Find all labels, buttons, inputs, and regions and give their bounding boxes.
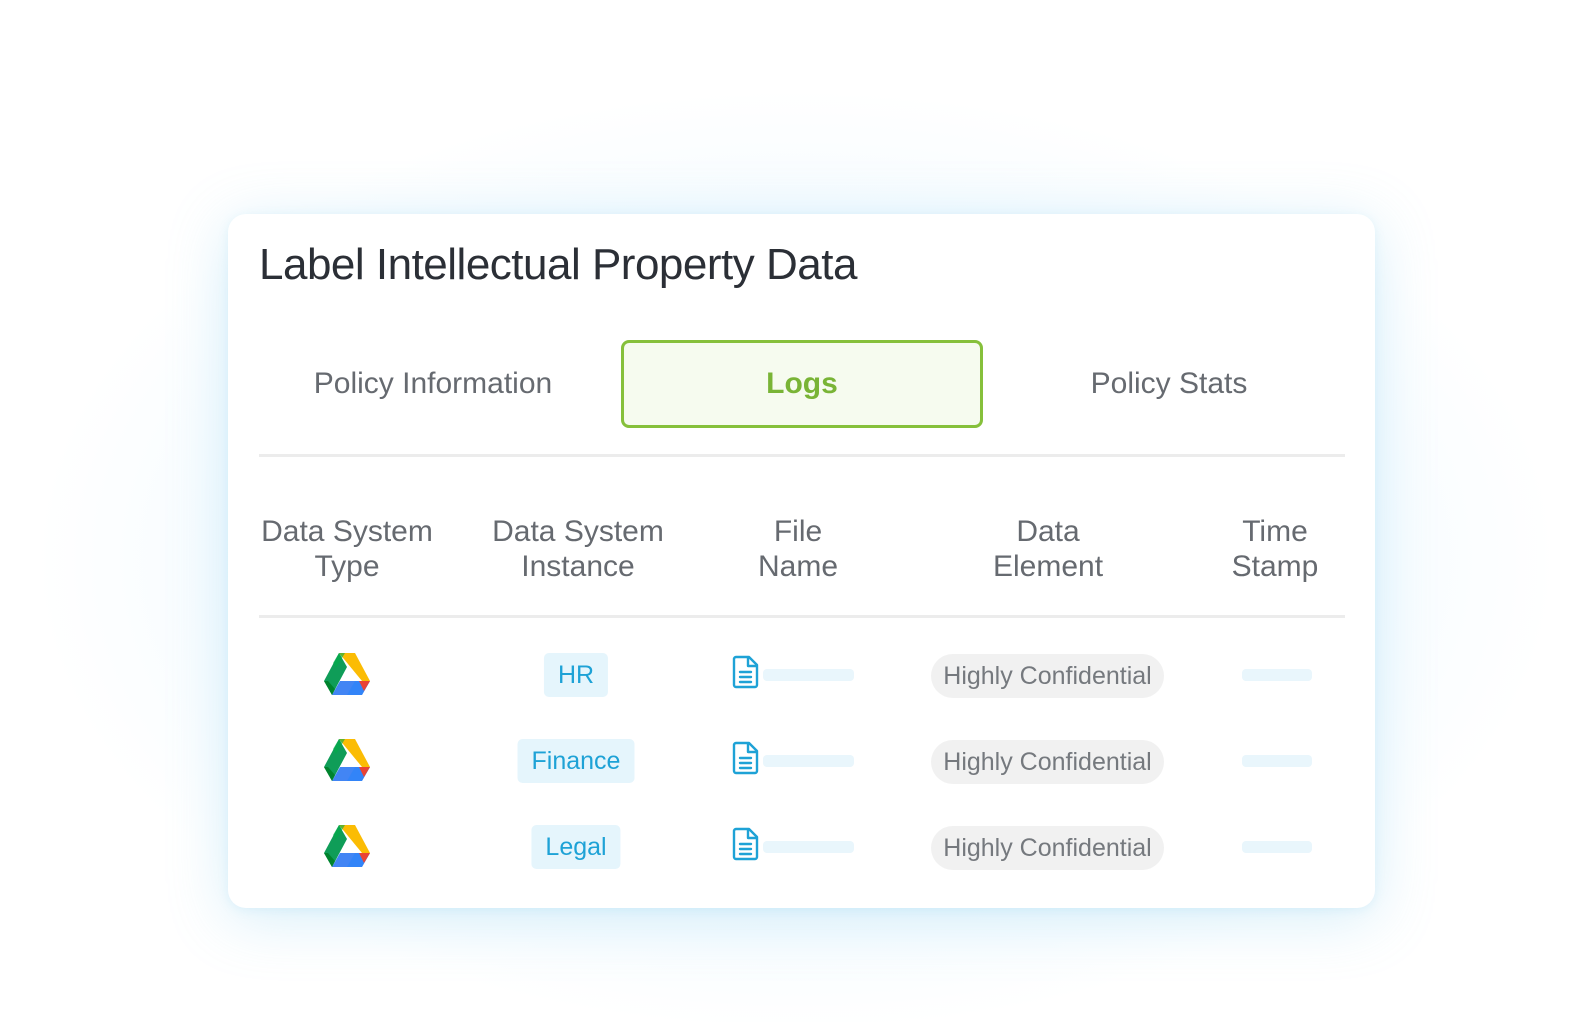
time-stamp-placeholder bbox=[1242, 755, 1312, 767]
column-header-data-system-type: Data System Type bbox=[261, 515, 433, 583]
data-element-badge: Highly Confidential bbox=[931, 826, 1164, 870]
column-header-time-stamp: Time Stamp bbox=[1231, 515, 1319, 583]
document-icon bbox=[732, 827, 759, 861]
table-row[interactable]: HR Highly Confidential bbox=[228, 645, 1375, 705]
tab-policy-stats[interactable]: Policy Stats bbox=[983, 340, 1355, 428]
tabs-divider bbox=[259, 454, 1345, 457]
instance-badge: Legal bbox=[531, 825, 621, 869]
document-icon bbox=[732, 655, 759, 689]
file-name-placeholder bbox=[763, 841, 854, 853]
data-element-badge: Highly Confidential bbox=[931, 740, 1164, 784]
data-element-badge: Highly Confidential bbox=[931, 654, 1164, 698]
google-drive-icon bbox=[324, 739, 370, 781]
policy-card: Label Intellectual Property Data Policy … bbox=[228, 214, 1375, 908]
instance-badge: Finance bbox=[517, 739, 635, 783]
time-stamp-placeholder bbox=[1242, 669, 1312, 681]
table-row[interactable]: Finance Highly Confidential bbox=[228, 731, 1375, 791]
column-header-data-system-instance: Data System Instance bbox=[492, 515, 664, 583]
file-name-placeholder bbox=[763, 755, 854, 767]
column-header-file-name: File Name bbox=[757, 515, 839, 583]
google-drive-icon bbox=[324, 825, 370, 867]
instance-badge: HR bbox=[543, 653, 609, 697]
tab-policy-information[interactable]: Policy Information bbox=[268, 340, 598, 428]
page-title: Label Intellectual Property Data bbox=[259, 240, 857, 289]
google-drive-icon bbox=[324, 653, 370, 695]
column-header-data-element: Data Element bbox=[992, 515, 1104, 583]
page-background: Label Intellectual Property Data Policy … bbox=[0, 0, 1592, 1022]
tab-logs[interactable]: Logs bbox=[621, 340, 983, 428]
file-name-placeholder bbox=[763, 669, 854, 681]
table-row[interactable]: Legal Highly Confidential bbox=[228, 817, 1375, 877]
time-stamp-placeholder bbox=[1242, 841, 1312, 853]
document-icon bbox=[732, 741, 759, 775]
header-divider bbox=[259, 615, 1345, 618]
